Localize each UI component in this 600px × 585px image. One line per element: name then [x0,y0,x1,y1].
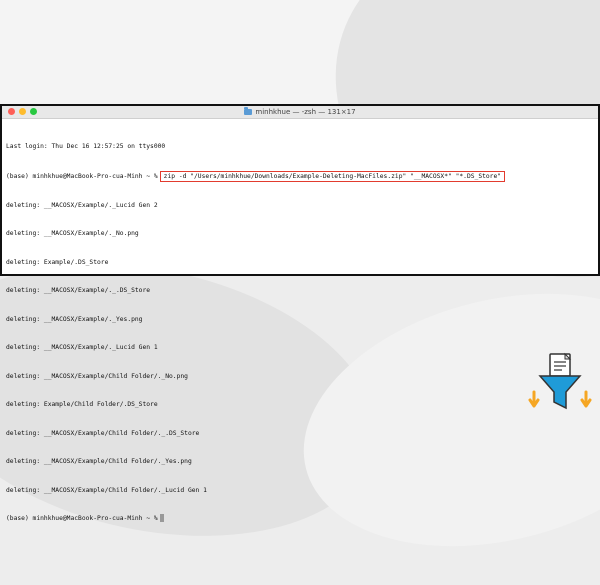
terminal-window[interactable]: minhkhue — -zsh — 131×17 Last login: Thu… [0,104,600,522]
output-line: deleting: __MACOSX/Example/._Lucid Gen 2 [6,201,158,209]
command-line: (base) minhkhue@MacBook-Pro-cua-Minh ~ %… [6,170,594,182]
text-cursor [159,514,164,522]
window-title-area: minhkhue — -zsh — 131×17 [2,106,598,118]
final-prompt-line: (base) minhkhue@MacBook-Pro-cua-Minh ~ % [6,514,594,524]
right-arrow [580,390,592,408]
title-bar[interactable]: minhkhue — -zsh — 131×17 [2,106,598,119]
output-line: deleting: __MACOSX/Example/Child Folder/… [6,429,200,437]
document-filter-icon [528,352,592,410]
left-arrow [528,390,540,408]
output-line: deleting: __MACOSX/Example/._Yes.png [6,315,143,323]
shell-prompt: (base) minhkhue@MacBook-Pro-cua-Minh ~ % [6,515,158,522]
output-line: deleting: __MACOSX/Example/Child Folder/… [6,486,207,494]
output-line: deleting: Example/Child Folder/.DS_Store [6,401,158,408]
output-line: deleting: __MACOSX/Example/._.DS_Store [6,287,151,294]
shell-prompt: (base) minhkhue@MacBook-Pro-cua-Minh ~ % [6,172,158,180]
highlighted-command: zip -d "/Users/minhkhue/Downloads/Exampl… [159,170,506,182]
folder-icon [244,107,253,115]
window-title: minhkhue — -zsh — 131×17 [255,108,356,116]
terminal-output[interactable]: Last login: Thu Dec 16 12:57:25 on ttys0… [2,119,598,543]
output-line: deleting: Example/.DS_Store [6,258,109,266]
output-line: deleting: __MACOSX/Example/._Lucid Gen 1 [6,344,158,351]
output-line: deleting: __MACOSX/Example/Child Folder/… [6,372,188,380]
last-login-line: Last login: Thu Dec 16 12:57:25 on ttys0… [6,143,166,150]
output-line: deleting: __MACOSX/Example/Child Folder/… [6,458,192,465]
filter-funnel [538,375,582,410]
output-line: deleting: __MACOSX/Example/._No.png [6,230,139,237]
